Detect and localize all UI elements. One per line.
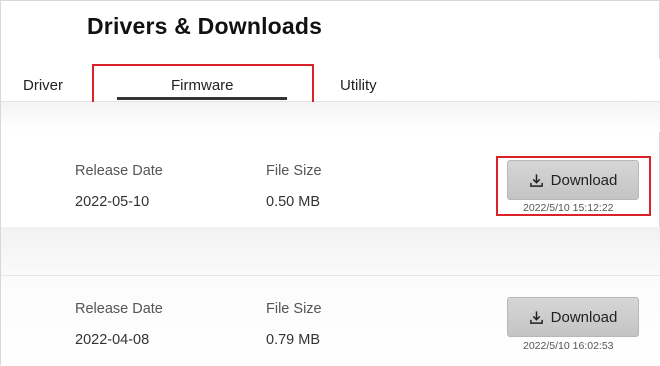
page-frame: Drivers & Downloads Driver Firmware Util… bbox=[0, 0, 660, 366]
annotation-highlight-download bbox=[496, 156, 651, 216]
release-date-label: Release Date bbox=[75, 163, 163, 179]
file-size-label: File Size bbox=[266, 163, 322, 179]
release-date-value: 2022-05-10 bbox=[75, 194, 150, 210]
file-size-label: File Size bbox=[266, 301, 322, 317]
file-size-value: 0.79 MB bbox=[266, 332, 320, 348]
download-button-label: Download bbox=[550, 308, 618, 326]
release-date-label: Release Date bbox=[75, 301, 163, 317]
tab-driver[interactable]: Driver bbox=[23, 77, 63, 94]
release-date-value: 2022-04-08 bbox=[75, 332, 150, 348]
section-divider bbox=[1, 102, 660, 132]
download-icon bbox=[529, 310, 543, 324]
section-divider bbox=[1, 227, 660, 276]
file-size-value: 0.50 MB bbox=[266, 194, 320, 210]
download-button[interactable]: Download bbox=[507, 297, 639, 337]
page-title: Drivers & Downloads bbox=[87, 13, 323, 39]
download-timestamp: 2022/5/10 16:02:53 bbox=[523, 340, 614, 352]
tab-utility[interactable]: Utility bbox=[340, 77, 377, 94]
